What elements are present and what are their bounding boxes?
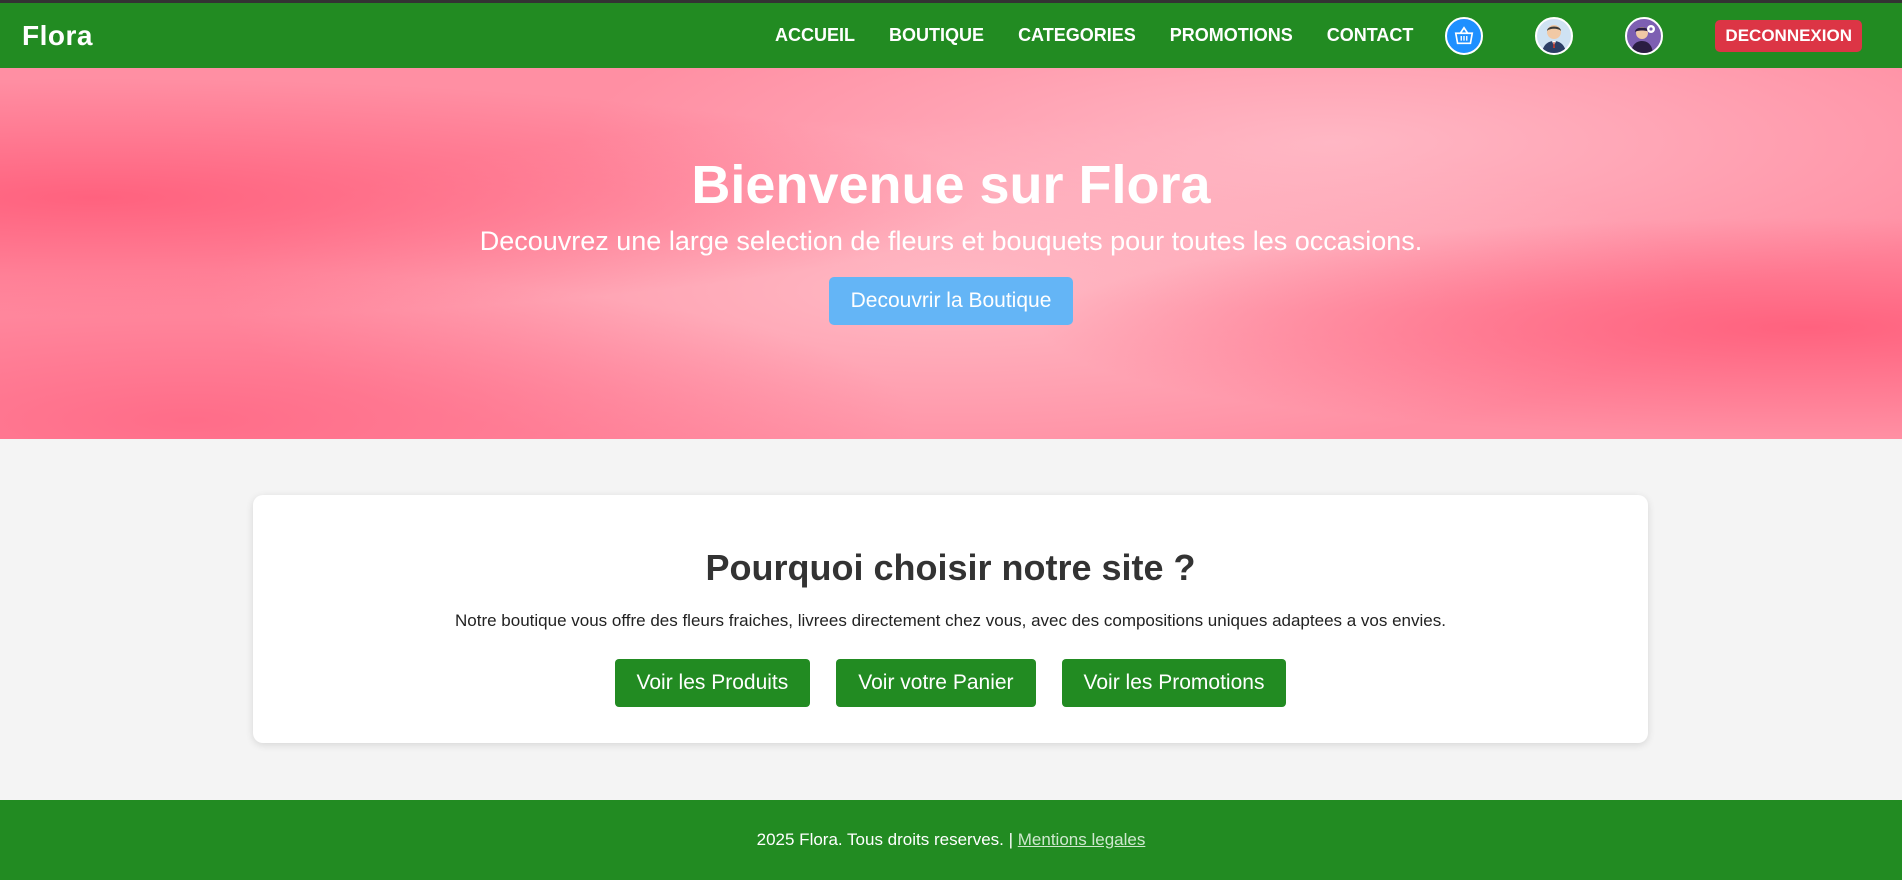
view-promotions-button[interactable]: Voir les Promotions: [1061, 659, 1287, 707]
nav-categories[interactable]: CATEGORIES: [1018, 25, 1136, 46]
discover-shop-button[interactable]: Decouvrir la Boutique: [828, 277, 1074, 325]
hero-subtitle: Decouvrez une large selection de fleurs …: [479, 226, 1423, 256]
site-footer: 2025 Flora. Tous droits reserves. | Ment…: [0, 800, 1902, 880]
main-nav: ACCUEIL BOUTIQUE CATEGORIES PROMOTIONS C…: [741, 16, 1880, 55]
footer-copyright: 2025 Flora. Tous droits reserves. |: [756, 830, 1014, 849]
user-avatar-glyph: [1542, 24, 1567, 53]
nav-contact[interactable]: CONTACT: [1327, 25, 1414, 46]
hero-title: Bienvenue sur Flora: [691, 155, 1211, 215]
admin-avatar-glyph: [1631, 24, 1656, 53]
card-text: Notre boutique vous offre des fleurs fra…: [455, 611, 1446, 630]
view-cart-button[interactable]: Voir votre Panier: [836, 659, 1036, 707]
card-title: Pourquoi choisir notre site ?: [705, 547, 1196, 588]
logout-button[interactable]: DECONNEXION: [1715, 19, 1862, 52]
nav-accueil[interactable]: ACCUEIL: [775, 25, 855, 46]
site-logo[interactable]: Flora: [22, 20, 93, 52]
user-profile-icon[interactable]: [1535, 16, 1574, 55]
view-products-button[interactable]: Voir les Produits: [614, 659, 811, 707]
main-content: Pourquoi choisir notre site ? Notre bout…: [0, 439, 1902, 800]
basket-glyph: [1455, 25, 1474, 44]
legal-notice-link[interactable]: Mentions legales: [1018, 830, 1146, 849]
nav-promotions[interactable]: PROMOTIONS: [1170, 25, 1293, 46]
admin-settings-icon[interactable]: [1625, 16, 1664, 55]
basket-icon[interactable]: [1445, 16, 1484, 55]
site-header: Flora ACCUEIL BOUTIQUE CATEGORIES PROMOT…: [0, 3, 1902, 68]
why-choose-card: Pourquoi choisir notre site ? Notre bout…: [253, 495, 1648, 743]
card-buttons: Voir les Produits Voir votre Panier Voir…: [253, 659, 1648, 707]
hero-banner: Bienvenue sur Flora Decouvrez une large …: [0, 68, 1902, 439]
nav-boutique[interactable]: BOUTIQUE: [889, 25, 984, 46]
